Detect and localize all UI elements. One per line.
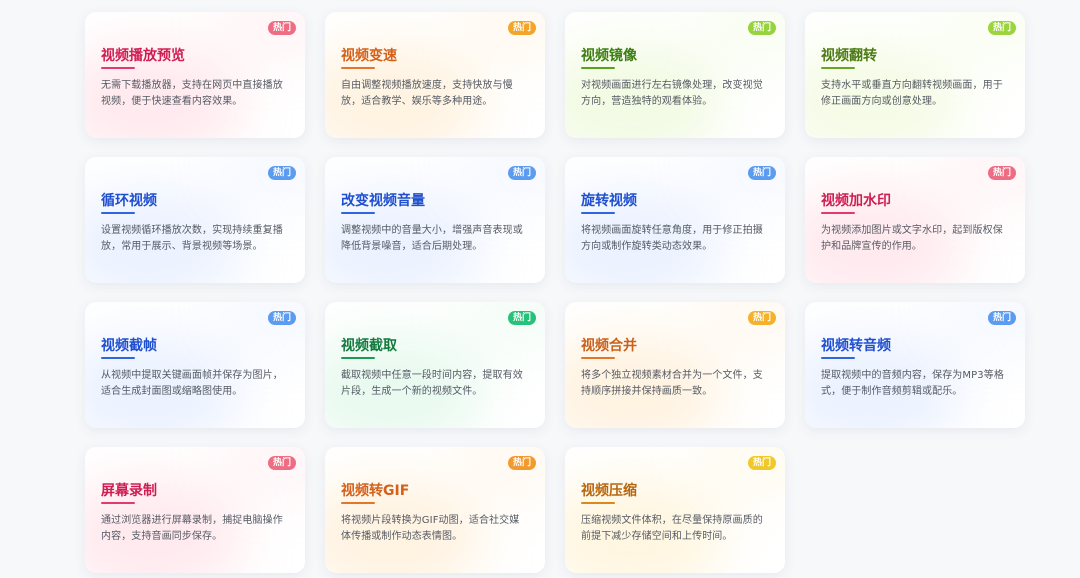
card-description: 自由调整视频播放速度，支持快放与慢放，适合教学、娱乐等多种用途。 bbox=[341, 80, 513, 107]
title-underline bbox=[581, 502, 615, 504]
card-title: 视频加水印 bbox=[821, 193, 891, 209]
card-description: 无需下载播放器，支持在网页中直接播放视频，便于快速查看内容效果。 bbox=[101, 80, 283, 107]
card-description: 将视频片段转换为GIF动图，适合社交媒体传播或制作动态表情图。 bbox=[341, 515, 520, 542]
card-description: 从视频中提取关键画面帧并保存为图片，适合生成封面图或缩略图使用。 bbox=[101, 370, 283, 397]
card-title: 循环视频 bbox=[101, 193, 157, 209]
tool-card[interactable]: 热门视频变速自由调整视频播放速度，支持快放与慢放，适合教学、娱乐等多种用途。 bbox=[325, 12, 545, 138]
card-description: 提取视频中的音频内容，保存为MP3等格式，便于制作音频剪辑或配乐。 bbox=[821, 370, 1004, 397]
hot-badge: 热门 bbox=[987, 166, 1016, 180]
card-description: 设置视频循环播放次数，实现持续重复播放，常用于展示、背景视频等场景。 bbox=[101, 225, 283, 252]
card-description: 将视频画面旋转任意角度，用于修正拍摄方向或制作旋转类动态效果。 bbox=[581, 225, 763, 252]
hot-badge: 热门 bbox=[267, 166, 296, 180]
tool-card[interactable]: 热门视频加水印为视频添加图片或文字水印，起到版权保护和品牌宣传的作用。 bbox=[805, 157, 1025, 283]
tool-card[interactable]: 热门屏幕录制通过浏览器进行屏幕录制，捕捉电脑操作内容，支持音画同步保存。 bbox=[85, 447, 305, 573]
hot-badge: 热门 bbox=[267, 21, 296, 35]
title-underline bbox=[101, 212, 135, 214]
title-underline bbox=[341, 502, 375, 504]
title-underline bbox=[341, 357, 375, 359]
title-underline bbox=[581, 357, 615, 359]
title-underline bbox=[341, 212, 375, 214]
card-title: 视频播放预览 bbox=[101, 48, 185, 64]
title-underline bbox=[341, 67, 375, 69]
tool-card[interactable]: 热门视频翻转支持水平或垂直方向翻转视频画面，用于修正画面方向或创意处理。 bbox=[805, 12, 1025, 138]
card-description: 支持水平或垂直方向翻转视频画面，用于修正画面方向或创意处理。 bbox=[821, 80, 1003, 107]
tool-card[interactable]: 热门循环视频设置视频循环播放次数，实现持续重复播放，常用于展示、背景视频等场景。 bbox=[85, 157, 305, 283]
title-underline bbox=[821, 212, 855, 214]
tool-card-grid: 热门 视频播放预览 无需下载播放器，支持在网页中直接播放视频，便于快速查看内容效果。… bbox=[85, 12, 1025, 573]
tool-card[interactable]: 热门视频转GIF 将视频片段转换为GIF动图，适合社交媒体传播或制作动态表情图。 bbox=[325, 447, 545, 573]
tool-card[interactable]: 热门视频播放预览无需下载播放器，支持在网页中直接播放视频，便于快速查看内容效果。 bbox=[85, 12, 305, 138]
card-description: 压缩视频文件体积，在尽量保持原画质的前提下减少存储空间和上传时间。 bbox=[581, 515, 763, 542]
tool-card[interactable]: 热门视频压缩压缩视频文件体积，在尽量保持原画质的前提下减少存储空间和上传时间。 bbox=[565, 447, 785, 573]
card-title: 视频合并 bbox=[581, 338, 637, 354]
card-title: 视频转GIF bbox=[341, 483, 410, 499]
title-underline bbox=[581, 212, 615, 214]
hot-badge: 热门 bbox=[987, 21, 1016, 35]
title-underline bbox=[821, 67, 855, 69]
hot-badge: 热门 bbox=[507, 21, 536, 35]
card-title: 视频压缩 bbox=[581, 483, 637, 499]
card-title: 视频截取 bbox=[341, 338, 397, 354]
card-title: 视频镜像 bbox=[581, 48, 637, 64]
title-underline bbox=[101, 357, 135, 359]
title-underline bbox=[821, 357, 855, 359]
card-title: 屏幕录制 bbox=[101, 483, 157, 499]
hot-badge: 热门 bbox=[267, 311, 296, 325]
hot-badge: 热门 bbox=[747, 456, 776, 470]
card-title: 视频转音频 bbox=[821, 338, 891, 354]
card-title: 视频变速 bbox=[341, 48, 397, 64]
tool-card[interactable]: 热门视频合并将多个独立视频素材合并为一个文件，支持顺序拼接并保持画质一致。 bbox=[565, 302, 785, 428]
card-title: 旋转视频 bbox=[581, 193, 637, 209]
hot-badge: 热门 bbox=[507, 311, 536, 325]
tool-card[interactable]: 热门视频截帧从视频中提取关键画面帧并保存为图片，适合生成封面图或缩略图使用。 bbox=[85, 302, 305, 428]
hot-badge: 热门 bbox=[747, 21, 776, 35]
card-description: 对视频画面进行左右镜像处理，改变视觉方向，营造独特的观看体验。 bbox=[581, 80, 763, 107]
tool-card[interactable]: 热门旋转视频将视频画面旋转任意角度，用于修正拍摄方向或制作旋转类动态效果。 bbox=[565, 157, 785, 283]
card-description: 通过浏览器进行屏幕录制，捕捉电脑操作内容，支持音画同步保存。 bbox=[101, 515, 283, 542]
tool-card[interactable]: 热门视频转音频提取视频中的音频内容，保存为MP3等格式，便于制作音频剪辑或配乐。 bbox=[805, 302, 1025, 428]
title-underline bbox=[101, 502, 135, 504]
hot-badge: 热门 bbox=[987, 311, 1016, 325]
card-title: 视频翻转 bbox=[821, 48, 877, 64]
card-description: 为视频添加图片或文字水印，起到版权保护和品牌宣传的作用。 bbox=[821, 225, 1003, 252]
card-description: 调整视频中的音量大小，增强声音表现或降低背景噪音，适合后期处理。 bbox=[341, 225, 523, 252]
hot-badge: 热门 bbox=[507, 166, 536, 180]
tool-card[interactable]: 热门视频截取截取视频中任意一段时间内容，提取有效片段，生成一个新的视频文件。 bbox=[325, 302, 545, 428]
title-underline bbox=[581, 67, 615, 69]
hot-badge: 热门 bbox=[267, 456, 296, 470]
hot-badge: 热门 bbox=[507, 456, 536, 470]
title-underline bbox=[101, 67, 135, 69]
card-title: 改变视频音量 bbox=[341, 193, 425, 209]
hot-badge: 热门 bbox=[747, 311, 776, 325]
card-title: 视频截帧 bbox=[101, 338, 157, 354]
hot-badge: 热门 bbox=[747, 166, 776, 180]
card-description: 将多个独立视频素材合并为一个文件，支持顺序拼接并保持画质一致。 bbox=[581, 370, 763, 397]
tool-card[interactable]: 热门改变视频音量调整视频中的音量大小，增强声音表现或降低背景噪音，适合后期处理。 bbox=[325, 157, 545, 283]
card-description: 截取视频中任意一段时间内容，提取有效片段，生成一个新的视频文件。 bbox=[341, 370, 523, 397]
tool-card[interactable]: 热门视频镜像对视频画面进行左右镜像处理，改变视觉方向，营造独特的观看体验。 bbox=[565, 12, 785, 138]
